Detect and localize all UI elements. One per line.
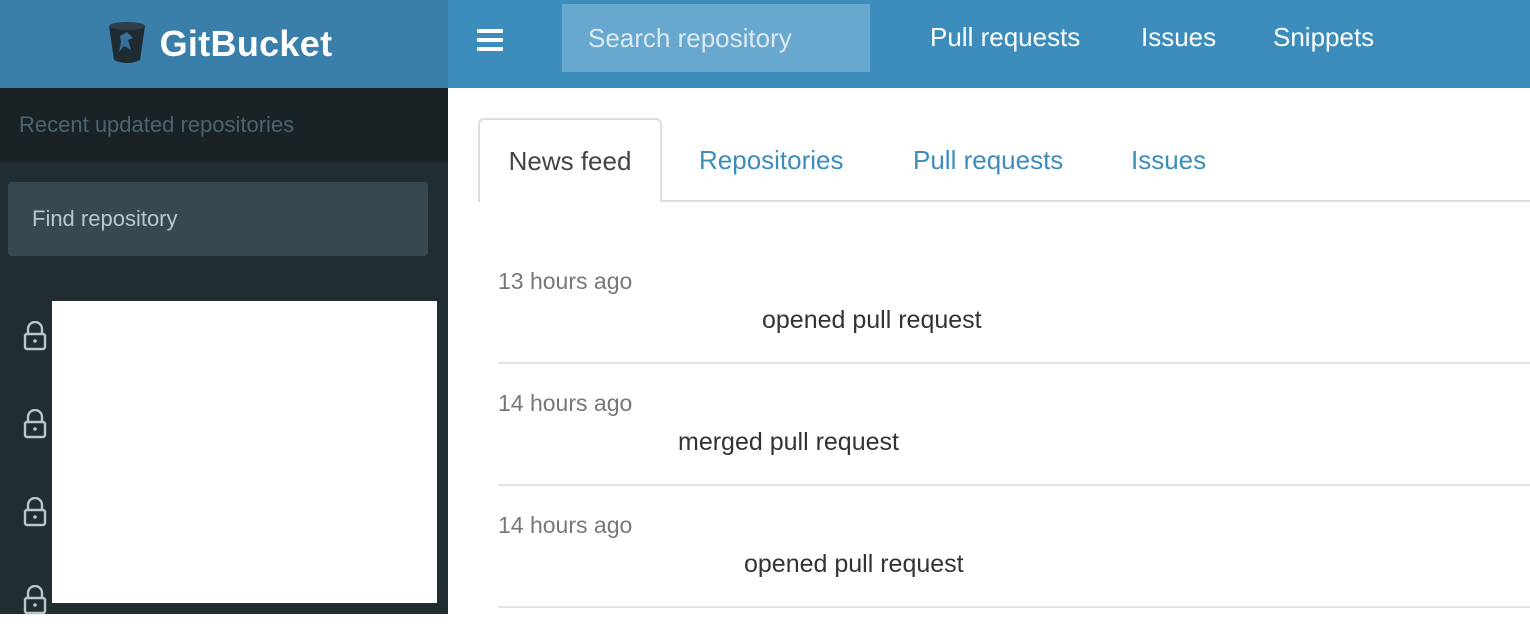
brand-title: GitBucket (159, 23, 333, 64)
feed-item: 14 hours ago merged pull request (498, 364, 1530, 486)
feed-time: 14 hours ago (498, 390, 633, 416)
feed-action: merged pull request (678, 428, 899, 456)
lock-icon (23, 496, 47, 527)
nav-link-issues[interactable]: Issues (1141, 22, 1216, 53)
feed-time: 13 hours ago (498, 268, 633, 294)
hamburger-icon[interactable] (476, 26, 504, 54)
top-navbar: Pull requests Issues Snippets (448, 0, 1530, 88)
feed-item: 14 hours ago opened pull request (498, 486, 1530, 608)
nav-link-pull-requests[interactable]: Pull requests (930, 22, 1080, 53)
nav-link-snippets[interactable]: Snippets (1273, 22, 1374, 53)
tab-news-feed[interactable]: News feed (478, 118, 662, 202)
tab-issues[interactable]: Issues (1131, 118, 1206, 202)
search-input[interactable] (562, 4, 870, 72)
bucket-logo-icon (106, 20, 148, 69)
redacted-repo-names (52, 301, 437, 603)
sidebar-header: Recent updated repositories (0, 88, 448, 162)
lock-icon (23, 320, 47, 351)
brand-bar: GitBucket (0, 0, 448, 88)
tab-pull-requests[interactable]: Pull requests (913, 118, 1063, 202)
dashboard-tabs: News feed Repositories Pull requests Iss… (478, 118, 1530, 202)
feed-time: 14 hours ago (498, 512, 633, 538)
brand-link[interactable]: GitBucket (106, 20, 333, 69)
sidebar: Recent updated repositories (0, 88, 448, 615)
feed-action: opened pull request (762, 306, 982, 334)
feed-item: 13 hours ago opened pull request (498, 242, 1530, 364)
tab-repositories[interactable]: Repositories (699, 118, 844, 202)
find-repository-input[interactable] (8, 182, 428, 256)
lock-icon (23, 408, 47, 439)
lock-icon (23, 584, 47, 615)
feed-action: opened pull request (744, 550, 964, 578)
